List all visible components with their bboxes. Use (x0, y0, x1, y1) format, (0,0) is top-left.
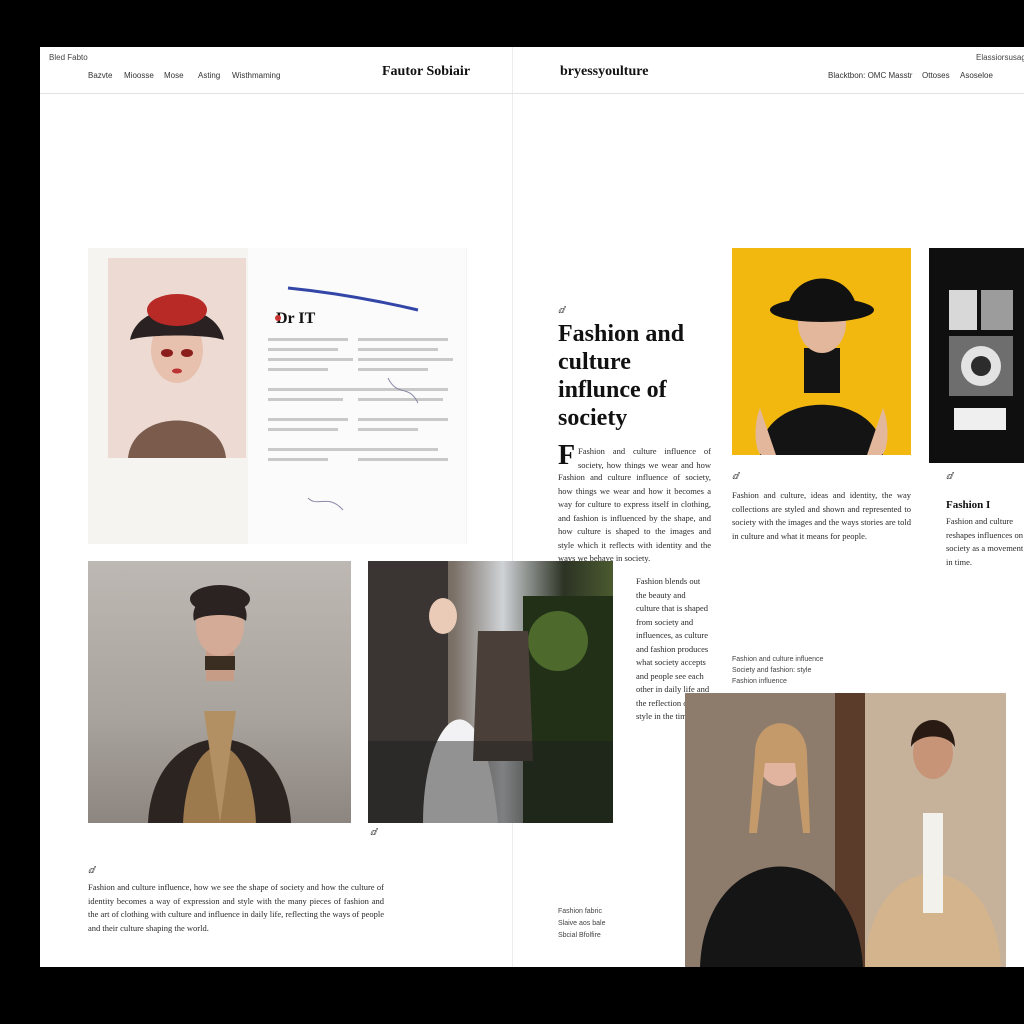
article-headline: Fashion and culture influnce of society (558, 321, 685, 431)
caption-kicker-bottom: ⅆ (88, 865, 95, 875)
black-white-collage[interactable] (929, 248, 1024, 463)
red-hat-portrait (108, 258, 246, 458)
caption-kicker-street: ⅆ (370, 827, 377, 837)
nav-item-5[interactable]: Wisthmaming (232, 71, 280, 80)
nav-item-1[interactable]: Bazvte (88, 71, 112, 80)
bottom-caption-3: Sbcial Bfolfire (558, 932, 601, 939)
two-women-coats-photo[interactable] (685, 693, 1006, 967)
mid-caption-2: Society and fashion: style (732, 667, 812, 674)
bottom-caption-1: Fashion fabric (558, 908, 602, 915)
collage-document: Dr IT (248, 248, 466, 544)
drop-cap: F (558, 440, 576, 471)
mid-caption-1: Fashion and culture influence (732, 656, 824, 663)
intro-text-body: Fashion and culture influence of society… (558, 472, 711, 563)
street-style-photo[interactable] (368, 561, 613, 823)
collage-image[interactable]: Dr IT (88, 248, 467, 544)
magazine-spread: Bled Fabto Bazvte Mioosse Mose Asting Wi… (40, 47, 1024, 967)
spread-divider (512, 47, 513, 967)
intro-text-top: Fashion and culture influence of society… (578, 446, 711, 469)
caption-kicker-yellow: ⅆ (732, 471, 739, 481)
caption-kicker-bw: ⅆ (946, 471, 953, 481)
column-4-title: Fashion I (946, 499, 991, 511)
site-label-right: Elassiorsusage (976, 53, 1024, 62)
leather-jacket-photo[interactable] (88, 561, 351, 823)
top-navigation-bar: Bled Fabto Bazvte Mioosse Mose Asting Wi… (40, 47, 1024, 94)
right-nav-item-2[interactable]: Ottoses (922, 71, 950, 80)
nav-item-2[interactable]: Mioosse (124, 71, 154, 80)
nav-item-4[interactable]: Asting (198, 71, 220, 80)
column-4-text: Fashion and culture reshapes influences … (946, 516, 1024, 567)
left-brand-logo[interactable]: Fautor Sobiair (382, 64, 470, 80)
column-3-text: Fashion and culture, ideas and identity,… (732, 490, 911, 541)
bottom-intro-text: Fashion and culture influence, how we se… (88, 882, 384, 933)
right-nav-item-1[interactable]: Blacktbon: OMC Masstr (828, 71, 912, 80)
right-brand-logo[interactable]: bryessyoulture (560, 64, 648, 80)
mid-caption-3: Fashion influence (732, 678, 787, 685)
bottom-caption-2: Slaive aos bale (558, 920, 606, 927)
site-label: Bled Fabto (49, 53, 88, 62)
nav-item-3[interactable]: Mose (164, 71, 184, 80)
yellow-background-portrait[interactable] (732, 248, 911, 455)
right-nav-item-3[interactable]: Asoseloe (960, 71, 993, 80)
headline-kicker: ⅆ (558, 305, 565, 315)
